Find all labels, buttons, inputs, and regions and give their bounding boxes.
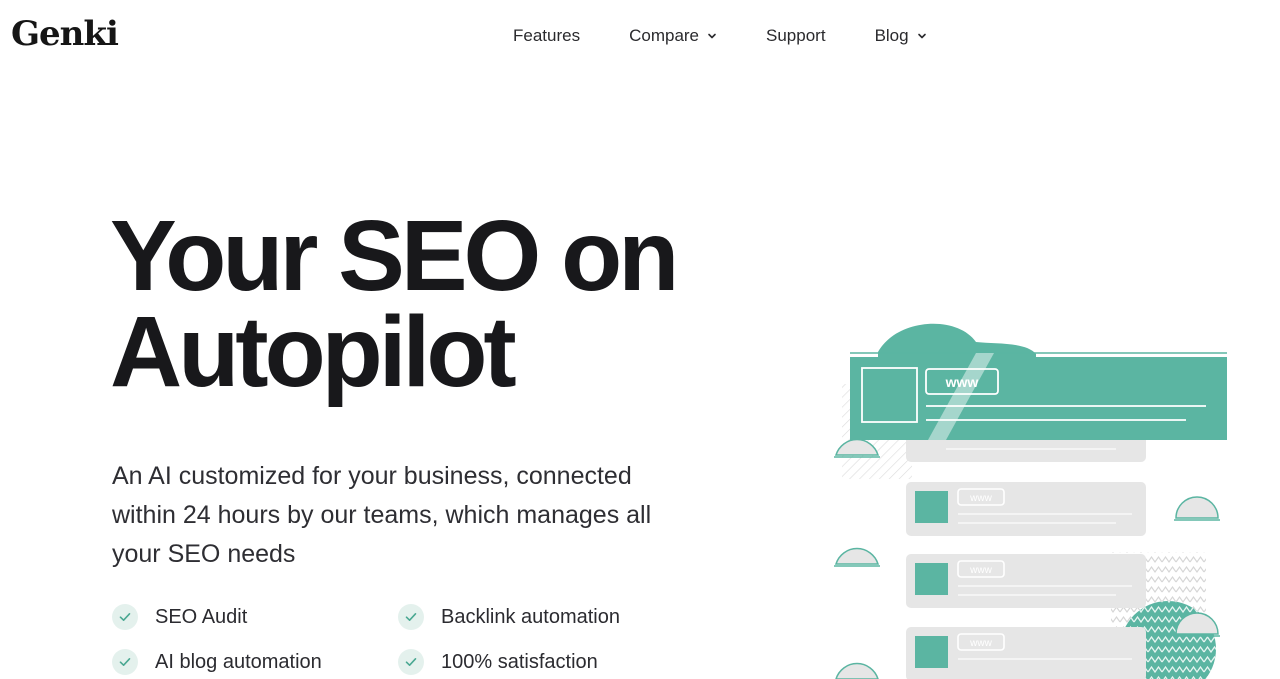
main-nav: Features Compare Support Blog (513, 24, 927, 48)
nav-item-blog[interactable]: Blog (875, 24, 927, 48)
nav-item-support[interactable]: Support (766, 24, 826, 48)
feature-item-satisfaction: 100% satisfaction (398, 649, 672, 675)
hero-title-line-1: Your SEO on (110, 200, 679, 312)
nav-item-label: Features (513, 26, 581, 45)
nav-item-label: Support (766, 26, 826, 45)
svg-text:www: www (969, 493, 992, 504)
feature-item-backlink-automation: Backlink automation (398, 604, 672, 630)
chevron-down-icon (917, 33, 926, 39)
feature-label: 100% satisfaction (441, 650, 598, 673)
browser-banner: www (850, 352, 1227, 440)
nav-item-label: Compare (629, 26, 700, 45)
feature-item-seo-audit: SEO Audit (112, 604, 398, 630)
nav-item-label: Blog (874, 26, 909, 45)
check-icon (112, 604, 138, 630)
list-card: www (906, 554, 1146, 608)
feature-label: Backlink automation (441, 605, 620, 628)
chevron-down-icon (708, 33, 716, 39)
list-card: www (906, 627, 1146, 679)
hero-title-line-2: Autopilot (110, 296, 517, 408)
feature-label: AI blog automation (155, 650, 322, 673)
nav-item-features[interactable]: Features (513, 24, 580, 48)
feature-list: SEO Audit Backlink automation AI blog au… (112, 604, 672, 675)
list-card: www (906, 482, 1146, 536)
hero-title: Your SEO on Autopilot (110, 200, 750, 408)
genki-logo[interactable]: Genki (11, 14, 119, 54)
dome-icon (835, 662, 879, 679)
hero-subtitle: An AI customized for your business, conn… (112, 462, 652, 568)
svg-text:www: www (969, 565, 992, 576)
feature-label: SEO Audit (155, 605, 248, 628)
check-icon (112, 649, 138, 675)
check-icon (398, 604, 424, 630)
site-header: Genki Features Compare Support Blog (0, 0, 1280, 72)
nav-item-compare[interactable]: Compare (629, 24, 717, 48)
svg-text:www: www (969, 638, 992, 649)
feature-item-ai-blog-automation: AI blog automation (112, 649, 398, 675)
check-icon (398, 649, 424, 675)
dome-icon (1174, 496, 1220, 521)
dome-icon (834, 547, 880, 567)
seo-illustration: www www www www (834, 323, 1227, 679)
